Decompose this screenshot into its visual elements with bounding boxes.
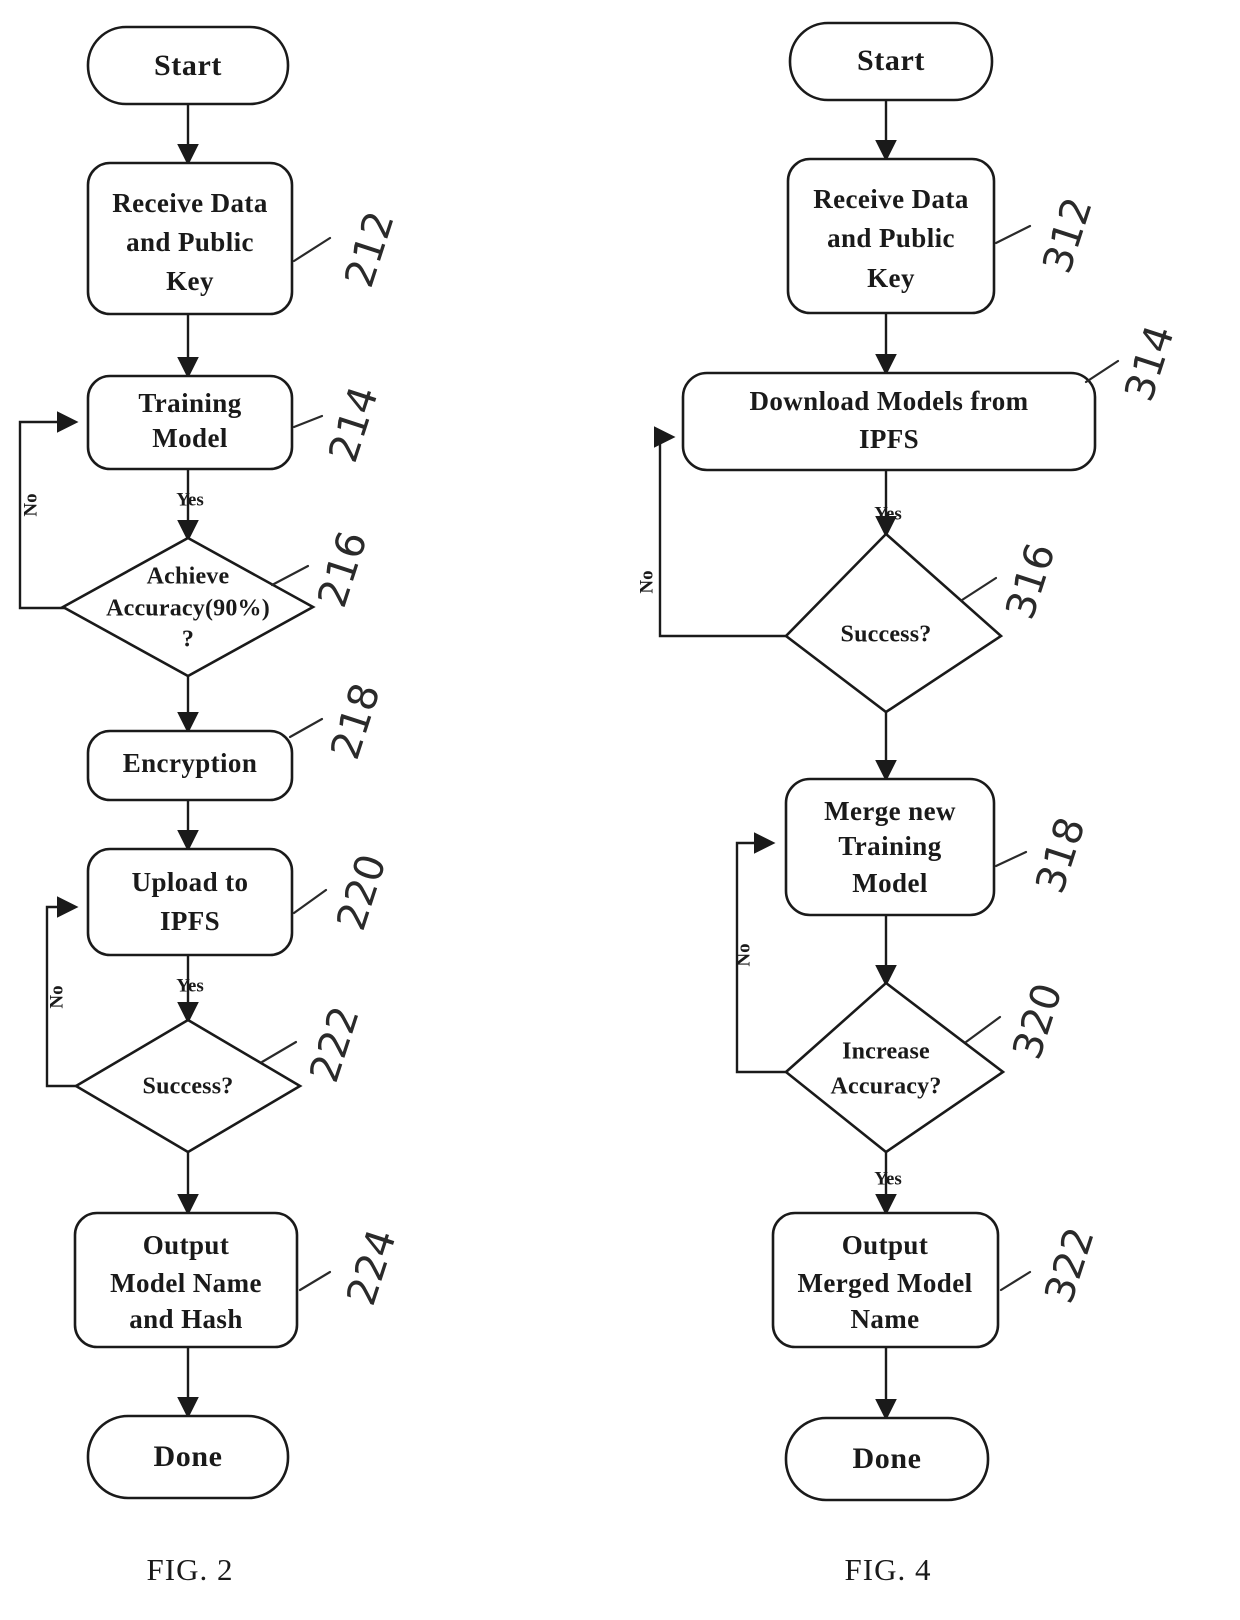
node-label-receive-line3: Key: [166, 266, 214, 296]
node-label-merge-line2: Training: [838, 831, 941, 861]
process-shape: [86, 847, 294, 957]
node-fig2-encryption: Encryption 218: [86, 678, 390, 802]
edge-label-success-no: No: [46, 985, 67, 1008]
figure-fig-2: Yes No Yes No Start Receive Data and Pub…: [18, 25, 406, 1587]
edge-label-merge-no: No: [733, 943, 754, 966]
node-label-success: Success?: [841, 622, 932, 648]
node-label-output-line1: Output: [143, 1230, 229, 1260]
patent-flowchart-figure: Yes No Yes No Start Receive Data and Pub…: [18, 21, 1184, 1587]
leader-line-214: [292, 414, 324, 429]
leader-line-220: [292, 888, 328, 915]
node-label-achieve-line1: Achieve: [147, 564, 230, 590]
node-fig4-increase: Increase Accuracy? 320: [783, 978, 1072, 1154]
node-fig2-upload: Upload to IPFS 220: [86, 847, 396, 957]
ref-numeral-320: 320: [1004, 978, 1071, 1065]
node-label-merge-line3: Model: [852, 868, 928, 898]
node-label-receive-line1: Receive Data: [813, 184, 969, 214]
ref-numeral-312: 312: [1034, 192, 1101, 279]
leader-line-212: [292, 236, 332, 263]
ref-numeral-318: 318: [1027, 812, 1094, 899]
node-fig4-download: Download Models from IPFS 314: [681, 320, 1184, 472]
node-fig4-start: Start: [788, 21, 994, 102]
decision-shape: [783, 981, 1006, 1154]
node-fig2-training: Training Model 214: [86, 374, 388, 471]
figure-fig-4: Yes No No Yes Start Receive Data and Pub…: [636, 21, 1184, 1587]
edge-label-download-yes: Yes: [874, 503, 901, 524]
ref-numeral-316: 316: [997, 538, 1064, 625]
leader-line-218: [288, 717, 324, 739]
ref-numeral-212: 212: [336, 206, 403, 293]
node-label-increase-line1: Increase: [842, 1039, 930, 1065]
node-label-download-line2: IPFS: [859, 424, 919, 454]
ref-numeral-222: 222: [301, 1001, 368, 1088]
ref-numeral-220: 220: [328, 849, 395, 936]
leader-line-320: [964, 1015, 1002, 1044]
edge-label-training-yes: Yes: [176, 489, 203, 510]
leader-line-222: [260, 1040, 298, 1064]
node-label-achieve-line2: Accuracy(90%): [106, 596, 270, 622]
node-label-training-line1: Training: [138, 388, 241, 418]
leader-line-216: [270, 564, 310, 587]
ref-numeral-314: 314: [1116, 320, 1183, 407]
edge-label-upload-yes: Yes: [176, 975, 203, 996]
leader-line-318: [994, 850, 1028, 868]
node-label-output-line1: Output: [842, 1230, 928, 1260]
node-fig2-done: Done: [86, 1414, 290, 1500]
leader-line-316: [960, 576, 998, 602]
leader-line-224: [298, 1270, 332, 1292]
node-fig2-output: Output Model Name and Hash 224: [73, 1211, 406, 1349]
edge-label-achieve-no: No: [20, 493, 41, 516]
node-fig4-success: Success? 316: [784, 532, 1065, 714]
node-label-training-line2: Model: [152, 423, 228, 453]
node-label-achieve-line3: ?: [182, 627, 194, 653]
node-label-start: Start: [857, 44, 925, 77]
edge-label-success-no: No: [636, 570, 657, 593]
node-label-increase-line2: Accuracy?: [830, 1074, 941, 1100]
node-label-output-line2: Model Name: [110, 1268, 262, 1298]
node-fig4-receive: Receive Data and Public Key 312: [786, 157, 1102, 315]
node-fig4-merge: Merge new Training Model 318: [784, 777, 1095, 917]
ref-numeral-216: 216: [309, 526, 376, 613]
node-label-download-line1: Download Models from: [749, 386, 1028, 416]
node-fig2-start: Start: [86, 25, 290, 106]
node-label-output-line2: Merged Model: [798, 1268, 973, 1298]
leader-line-322: [999, 1270, 1032, 1292]
node-label-start: Start: [154, 49, 222, 82]
leader-line-312: [994, 224, 1032, 245]
ref-numeral-214: 214: [320, 381, 387, 468]
node-fig2-receive: Receive Data and Public Key 212: [86, 161, 404, 316]
node-label-receive-line2: and Public: [827, 223, 955, 253]
node-label-receive-line3: Key: [867, 263, 915, 293]
ref-numeral-218: 218: [322, 678, 389, 765]
node-label-encryption: Encryption: [123, 748, 258, 778]
node-fig4-done: Done: [784, 1416, 990, 1502]
node-label-output-line3: and Hash: [129, 1304, 243, 1334]
node-label-done: Done: [852, 1442, 921, 1475]
node-label-output-line3: Name: [850, 1304, 919, 1334]
ref-numeral-224: 224: [338, 1224, 405, 1311]
node-fig4-output: Output Merged Model Name 322: [771, 1211, 1104, 1349]
leader-line-314: [1084, 359, 1120, 384]
node-label-done: Done: [153, 1440, 222, 1473]
figure-caption-fig-2: FIG. 2: [147, 1552, 234, 1587]
node-label-merge-line1: Merge new: [824, 796, 956, 826]
ref-numeral-322: 322: [1036, 1222, 1103, 1309]
node-label-receive-line1: Receive Data: [112, 188, 268, 218]
edge-label-increase-yes: Yes: [874, 1168, 901, 1189]
figure-caption-fig-4: FIG. 4: [845, 1552, 932, 1587]
node-label-receive-line2: and Public: [126, 227, 254, 257]
node-fig2-achieve: Achieve Accuracy(90%) ? 216: [60, 526, 377, 678]
node-label-success: Success?: [143, 1074, 234, 1100]
node-label-upload-line1: Upload to: [132, 867, 249, 897]
node-label-upload-line2: IPFS: [160, 906, 220, 936]
node-fig2-success: Success? 222: [73, 1001, 369, 1154]
